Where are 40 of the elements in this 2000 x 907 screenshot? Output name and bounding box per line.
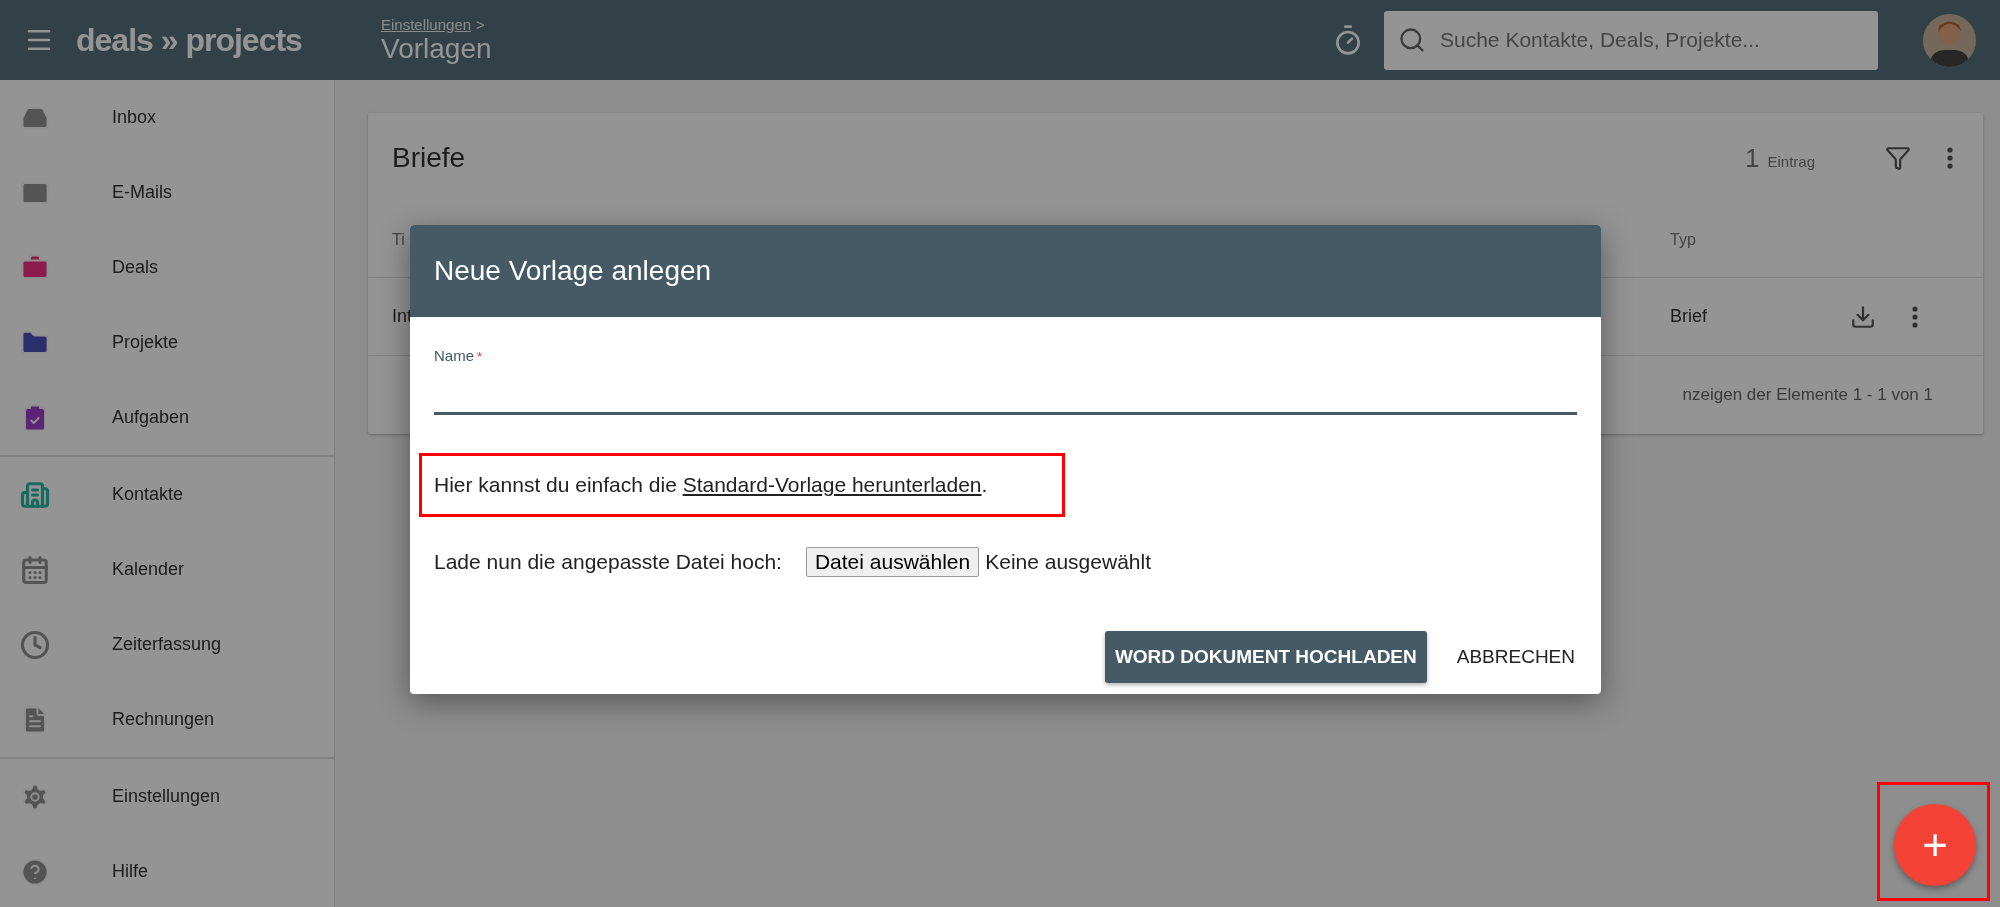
search-field[interactable]: Suche Kontakte, Deals, Projekte... — [1384, 10, 1878, 70]
more-icon — [1912, 305, 1918, 328]
breadcrumb-separator: > — [476, 15, 485, 33]
choose-file-button[interactable]: Datei auswählen — [805, 547, 980, 577]
sidebar-item[interactable]: E-Mails — [0, 155, 334, 230]
sidebar-item[interactable]: Projekte — [0, 305, 334, 380]
table-cell-text: Int — [392, 306, 413, 327]
more-icon — [1947, 147, 1953, 169]
file-status: Keine ausgewählt — [985, 550, 1151, 574]
sidebar-item[interactable]: Kontakte — [0, 457, 334, 532]
sidebar-item[interactable]: Einstellungen — [0, 759, 334, 834]
template-download-link[interactable]: Standard-Vorlage herunterladen — [682, 473, 982, 496]
avatar[interactable] — [1923, 13, 1976, 67]
name-field[interactable]: Name * — [434, 347, 1577, 415]
search-icon — [1398, 25, 1426, 54]
entry-count: 1 — [1745, 142, 1760, 174]
sidebar-item[interactable]: Kalender — [0, 532, 334, 607]
logo: deals » projects — [76, 21, 303, 59]
sidebar-item[interactable]: Rechnungen — [0, 682, 334, 757]
table-cell-text: Brief — [1670, 306, 1708, 327]
upload-button[interactable]: WORD DOKUMENT HOCHLADEN — [1104, 631, 1427, 683]
entry-count-label: Eintrag — [1767, 152, 1815, 170]
breadcrumb-link[interactable]: Einstellungen — [381, 15, 472, 33]
download-hint: Hier kannst du einfach die Standard-Vorlage herunterladen. — [434, 473, 989, 497]
dialog-title: Neue Vorlage anlegen — [410, 225, 1601, 317]
sidebar-item[interactable]: Aufgaben — [0, 380, 334, 455]
sidebar-item[interactable]: Deals — [0, 230, 334, 305]
column-header: Ti — [392, 231, 406, 249]
sidebar-item[interactable]: Hilfe — [0, 834, 334, 907]
upload-label: Lade nun die angepasste Datei hoch: — [434, 550, 782, 574]
column-header: Typ — [1670, 231, 1697, 249]
page-title: Vorlagen — [381, 32, 492, 65]
cancel-button[interactable]: ABBRECHEN — [1446, 631, 1585, 683]
card-title: Briefe — [392, 142, 467, 174]
filter-icon — [1885, 145, 1911, 171]
download-icon — [1850, 303, 1876, 330]
add-button[interactable]: + — [1894, 804, 1976, 886]
sidebar-item[interactable]: Zeiterfassung — [0, 607, 334, 682]
pagination-info: nzeigen der Elemente 1 - 1 von 1 — [1682, 385, 1933, 405]
sidebar-item[interactable]: Inbox — [0, 80, 334, 155]
